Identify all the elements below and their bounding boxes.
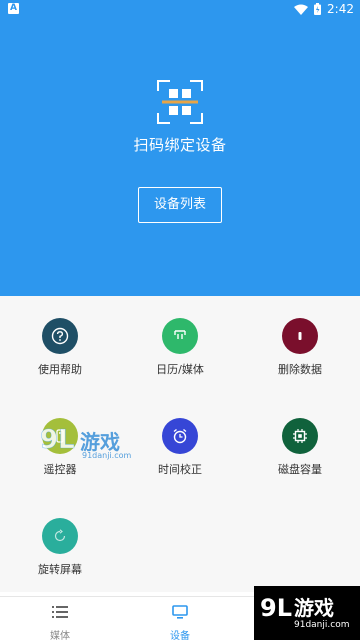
battery-icon <box>314 3 322 15</box>
status-time: 2:42 <box>327 2 354 16</box>
scan-bind-title: 扫码绑定设备 <box>133 136 227 154</box>
grid-item-calendar-media[interactable]: 日历/媒体 <box>120 318 240 377</box>
question-icon <box>42 318 78 354</box>
grid-item-label: 日历/媒体 <box>156 363 204 376</box>
grid-item-label: 删除数据 <box>278 363 322 376</box>
chip-icon <box>282 418 318 454</box>
scan-bind-panel: 扫码绑定设备 设备列表 <box>0 18 360 296</box>
list-icon <box>52 606 68 618</box>
wifi-icon <box>294 4 309 15</box>
tab-media-label: 媒体 <box>50 631 70 640</box>
grid-item-disk-capacity[interactable]: 磁盘容量 <box>240 418 360 477</box>
status-icons: 2:42 <box>294 2 354 16</box>
monitor-icon <box>172 605 188 619</box>
device-list-button[interactable]: 设备列表 <box>138 187 222 223</box>
qr-scan-icon[interactable] <box>157 80 203 124</box>
delete-data-icon <box>282 318 318 354</box>
tab-media[interactable]: 媒体 <box>0 597 120 640</box>
tab-device-label: 设备 <box>170 631 190 640</box>
grid-item-time-correction[interactable]: 时间校正 <box>120 418 240 477</box>
remote-control-icon <box>42 418 78 454</box>
notification-badge: A <box>8 3 19 14</box>
grid-item-label: 磁盘容量 <box>278 463 322 476</box>
alarm-clock-icon <box>162 418 198 454</box>
grid-item-label: 遥控器 <box>43 463 77 476</box>
grid-item-delete-data[interactable]: 删除数据 <box>240 318 360 377</box>
rotate-icon <box>42 518 78 554</box>
calendar-media-icon <box>162 318 198 354</box>
function-grid: 使用帮助 日历/媒体 删除数据 遥控器 时间校正 磁盘容量 旋转屏幕 <box>0 296 360 592</box>
bottom-nav: 媒体 设备 <box>0 596 360 640</box>
tab-device[interactable]: 设备 <box>120 597 240 640</box>
grid-item-label: 旋转屏幕 <box>38 563 82 576</box>
grid-item-rotate-screen[interactable]: 旋转屏幕 <box>0 518 120 577</box>
grid-item-remote-control[interactable]: 遥控器 <box>0 418 120 477</box>
grid-item-label: 使用帮助 <box>38 363 82 376</box>
status-bar: A 2:42 <box>0 0 360 18</box>
grid-item-label: 时间校正 <box>158 463 202 476</box>
grid-item-help[interactable]: 使用帮助 <box>0 318 120 377</box>
